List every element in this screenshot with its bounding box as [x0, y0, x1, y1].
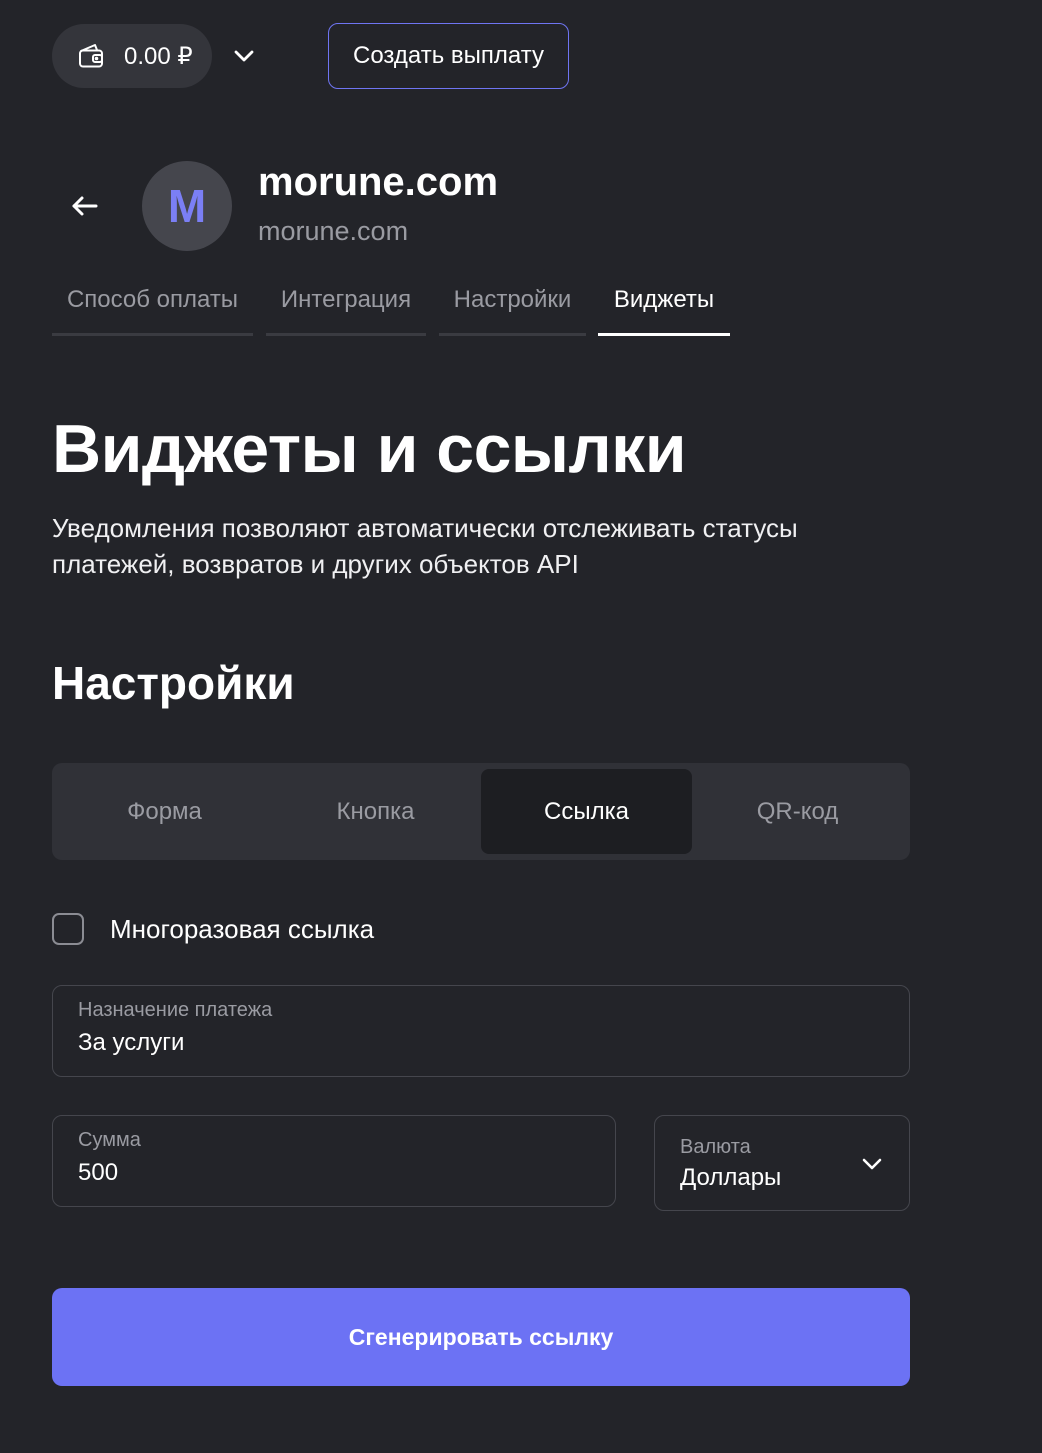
site-subtitle: morune.com: [258, 216, 409, 246]
segment-link[interactable]: Ссылка: [481, 769, 692, 854]
currency-select[interactable]: Валюта Доллары: [654, 1115, 910, 1211]
segment-form[interactable]: Форма: [59, 769, 270, 854]
reusable-link-checkbox[interactable]: [52, 913, 84, 945]
page-description: Уведомления позволяют автоматически отсл…: [52, 513, 798, 579]
payment-purpose-field[interactable]: Назначение платежа За услуги: [52, 985, 910, 1077]
avatar: M: [142, 161, 232, 251]
balance-amount: 0.00 ₽: [124, 42, 193, 70]
reusable-link-label[interactable]: Многоразовая ссылка: [110, 914, 374, 945]
payment-purpose-label: Назначение платежа: [78, 999, 273, 1021]
site-title: morune.com: [258, 160, 499, 204]
section-title: Настройки: [52, 657, 295, 709]
currency-value: Доллары: [680, 1164, 782, 1191]
currency-label: Валюта: [680, 1136, 751, 1158]
segment-button[interactable]: Кнопка: [270, 769, 481, 854]
amount-value: 500: [78, 1159, 119, 1186]
tab-settings[interactable]: Настройки: [439, 280, 586, 336]
tab-widgets[interactable]: Виджеты: [598, 280, 730, 336]
amount-field[interactable]: Сумма 500: [52, 1115, 616, 1207]
widget-type-selector: Форма Кнопка Ссылка QR-код: [52, 763, 910, 860]
page: 0.00 ₽ Создать выплату M morune.com moru…: [0, 0, 1042, 1453]
amount-label: Сумма: [78, 1129, 141, 1151]
page-title: Виджеты и ссылки: [52, 411, 687, 487]
tab-integration[interactable]: Интеграция: [266, 280, 426, 336]
tab-payment-method[interactable]: Способ оплаты: [52, 280, 253, 336]
generate-link-button[interactable]: Сгенерировать ссылку: [52, 1288, 910, 1386]
balance-pill[interactable]: 0.00 ₽: [52, 24, 212, 88]
create-payout-button[interactable]: Создать выплату: [328, 23, 569, 89]
arrow-left-icon[interactable]: [68, 190, 102, 222]
wallet-icon: [79, 44, 103, 68]
segment-qr-code[interactable]: QR-код: [692, 769, 903, 854]
chevron-down-icon[interactable]: [230, 42, 258, 70]
payment-purpose-value: За услуги: [78, 1029, 185, 1056]
chevron-down-icon: [862, 1158, 882, 1170]
